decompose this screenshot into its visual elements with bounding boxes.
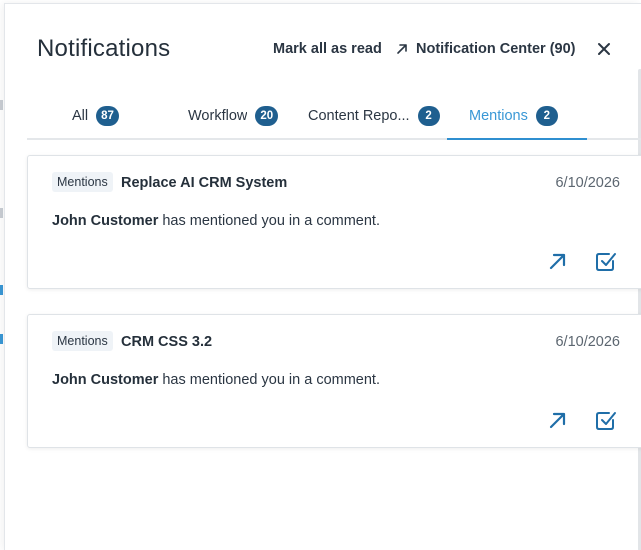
notification-center-link[interactable]: Notification Center (90) xyxy=(396,41,576,57)
notification-center-label: Notification Center (90) xyxy=(416,41,576,57)
notification-text: has mentioned you in a comment. xyxy=(158,372,380,388)
notification-type-badge: Mentions xyxy=(52,331,113,351)
close-button[interactable] xyxy=(595,40,613,58)
background-edge-mark xyxy=(0,285,3,295)
external-link-icon xyxy=(396,43,408,55)
active-tab-indicator xyxy=(447,138,587,140)
open-notification-button[interactable] xyxy=(546,408,570,432)
tab-workflow[interactable]: Workflow 20 xyxy=(188,92,279,140)
notification-card[interactable]: Mentions CRM CSS 3.2 6/10/2026 John Cust… xyxy=(27,314,641,448)
background-edge-mark xyxy=(0,334,3,344)
background-edge-mark xyxy=(0,208,3,218)
tab-label: Workflow xyxy=(188,108,248,124)
notification-title: CRM CSS 3.2 xyxy=(121,334,213,350)
notification-card[interactable]: Mentions Replace AI CRM System 6/10/2026… xyxy=(27,155,641,289)
count-badge: 2 xyxy=(417,106,440,126)
notification-text: has mentioned you in a comment. xyxy=(158,213,380,229)
count-badge: 20 xyxy=(255,106,279,126)
notification-message: John Customer has mentioned you in a com… xyxy=(52,213,380,229)
background-edge-mark xyxy=(0,100,3,110)
notification-date: 6/10/2026 xyxy=(555,334,620,350)
notification-date: 6/10/2026 xyxy=(555,175,620,191)
notification-message: John Customer has mentioned you in a com… xyxy=(52,372,380,388)
tab-label: Content Repo... xyxy=(308,108,410,124)
count-badge: 2 xyxy=(535,106,558,126)
notifications-panel: Notifications Mark all as read Notificat… xyxy=(4,3,641,550)
mark-read-button[interactable] xyxy=(594,408,618,432)
close-icon xyxy=(595,43,613,62)
check-square-icon xyxy=(594,249,618,273)
open-arrow-icon xyxy=(546,249,570,273)
count-badge: 87 xyxy=(96,106,119,126)
open-notification-button[interactable] xyxy=(546,249,570,273)
notification-type-badge: Mentions xyxy=(52,172,113,192)
tab-mentions[interactable]: Mentions 2 xyxy=(469,92,558,140)
tab-content-repository[interactable]: Content Repo... 2 xyxy=(308,92,440,140)
tab-all[interactable]: All 87 xyxy=(72,92,119,140)
notification-actor: John Customer xyxy=(52,372,159,388)
tab-bar: All 87 Workflow 20 Content Repo... 2 Men… xyxy=(27,92,641,140)
tab-label: All xyxy=(72,108,89,124)
notification-title: Replace AI CRM System xyxy=(121,175,288,191)
tab-label: Mentions xyxy=(469,108,528,124)
open-arrow-icon xyxy=(546,408,570,432)
mark-read-button[interactable] xyxy=(594,249,618,273)
check-square-icon xyxy=(594,408,618,432)
page: Notifications Mark all as read Notificat… xyxy=(0,0,641,550)
notification-actor: John Customer xyxy=(52,213,159,229)
panel-title: Notifications xyxy=(37,35,171,62)
mark-all-read-button[interactable]: Mark all as read xyxy=(273,41,382,57)
